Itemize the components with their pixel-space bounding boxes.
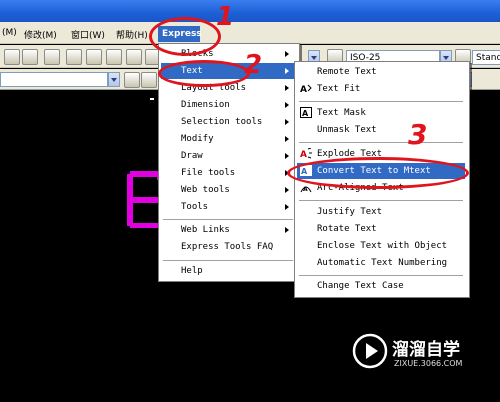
menu-help[interactable]: 帮助(H) (116, 28, 148, 41)
menu-item-label: Web tools (181, 185, 230, 195)
menu-item-tools[interactable]: Tools (161, 199, 295, 215)
menu-item-label: Tools (181, 202, 209, 212)
submenu-arrow-icon (285, 227, 289, 233)
make-current-icon[interactable] (141, 72, 157, 88)
menu-item-selection-tools[interactable]: Selection tools (161, 114, 295, 130)
menu-item-enclose-text[interactable]: Enclose Text with Object (297, 238, 465, 254)
svg-text:A: A (300, 85, 307, 94)
tablestyle-combo[interactable]: Stand (472, 50, 500, 65)
annotation-circle-text (158, 60, 250, 87)
zoom-icon[interactable] (4, 49, 20, 65)
menu-separator (163, 260, 293, 261)
submenu-arrow-icon (285, 136, 289, 142)
menu-item-justify-text[interactable]: Justify Text (297, 204, 465, 220)
menu-item-label: Remote Text (317, 67, 377, 77)
sheet-set-icon[interactable] (106, 49, 122, 65)
layer-combo[interactable] (0, 72, 108, 87)
layer-previous-icon[interactable] (124, 72, 140, 88)
text-mask-icon: A (300, 107, 312, 118)
submenu-arrow-icon (285, 187, 289, 193)
menu-item-label: Automatic Text Numbering (317, 258, 448, 268)
menu-item-label: File tools (181, 168, 236, 178)
menu-item-automatic-text-numbering[interactable]: Automatic Text Numbering (297, 255, 465, 271)
menu-item-text-mask[interactable]: A Text Mask (297, 105, 465, 121)
design-center-icon[interactable] (66, 49, 82, 65)
menu-separator (299, 275, 463, 276)
menu-item-unmask-text[interactable]: Unmask Text (297, 122, 465, 138)
svg-text:A: A (303, 186, 308, 193)
layer-dropdown[interactable] (108, 72, 120, 87)
text-fit-icon: A (300, 84, 312, 94)
submenu-arrow-icon (285, 102, 289, 108)
properties-icon[interactable] (44, 49, 60, 65)
submenu-arrow-icon (285, 119, 289, 125)
menu-item-help[interactable]: Help (161, 263, 295, 279)
menu-item-label: Modify (181, 134, 214, 144)
annotation-number-3: 3 (408, 118, 428, 151)
menu-item-label: Text Fit (317, 84, 361, 94)
menu-item-label: Web Links (181, 225, 230, 235)
menu-item-change-text-case[interactable]: Change Text Case (297, 278, 465, 294)
menu-item-rotate-text[interactable]: Rotate Text (297, 221, 465, 237)
menu-item-dimension[interactable]: Dimension (161, 97, 295, 113)
menu-separator (299, 101, 463, 102)
menu-item-modify[interactable]: Modify (161, 131, 295, 147)
submenu-arrow-icon (285, 85, 289, 91)
menu-window[interactable]: 窗口(W) (71, 28, 105, 41)
annotation-circle-express (149, 17, 221, 56)
menu-item-file-tools[interactable]: File tools (161, 165, 295, 181)
zoom-window-icon[interactable] (22, 49, 38, 65)
menu-item-label: Draw (181, 151, 203, 161)
submenu-arrow-icon (285, 51, 289, 57)
menu-item-label: Dimension (181, 100, 230, 110)
menu-item-label: Rotate Text (317, 224, 377, 234)
menu-item-label: Justify Text (317, 207, 383, 217)
menu-item-label: Unmask Text (317, 125, 377, 135)
play-logo-icon (352, 333, 388, 369)
submenu-arrow-icon (285, 204, 289, 210)
menu-item-express-tools-faq[interactable]: Express Tools FAQ (161, 239, 295, 255)
menu-modify[interactable]: 修改(M) (24, 28, 57, 41)
menu-item-web-links[interactable]: Web Links (161, 222, 295, 238)
watermark-url: ZIXUE.3066.COM (394, 359, 463, 368)
menu-item-label: Change Text Case (317, 281, 404, 291)
menu-item-label: Express Tools FAQ (181, 242, 274, 252)
menu-item-remote-text[interactable]: Remote Text (297, 64, 465, 80)
menu-item-label: Text Mask (317, 108, 366, 118)
annotation-number-1: 1 (216, 2, 235, 32)
menu-item-label: Selection tools (181, 117, 263, 127)
menu-separator (163, 219, 293, 220)
svg-text:A: A (300, 150, 307, 159)
menu-item-draw[interactable]: Draw (161, 148, 295, 164)
menu-bar: (M) 修改(M) 窗口(W) 帮助(H) (0, 22, 500, 44)
annotation-number-2: 2 (244, 50, 263, 80)
menu-item-label: Enclose Text with Object (317, 241, 448, 251)
menu-item-web-tools[interactable]: Web tools (161, 182, 295, 198)
menu-item-text-fit[interactable]: A Text Fit (297, 81, 465, 97)
markup-icon[interactable] (126, 49, 142, 65)
menu-item-m[interactable]: (M) (2, 28, 17, 38)
menu-separator (299, 142, 463, 143)
watermark: 溜溜自学 ZIXUE.3066.COM (352, 333, 470, 383)
svg-text:A: A (302, 109, 309, 118)
watermark-title: 溜溜自学 (392, 340, 460, 360)
submenu-arrow-icon (285, 153, 289, 159)
menu-separator (299, 200, 463, 201)
title-bar (0, 0, 500, 22)
submenu-arrow-icon (285, 68, 289, 74)
menu-item-label: Help (181, 266, 203, 276)
tool-palette-icon[interactable] (86, 49, 102, 65)
annotation-circle-convert (287, 157, 469, 189)
crosshair-tick (150, 98, 154, 100)
explode-text-icon: A (300, 148, 312, 159)
